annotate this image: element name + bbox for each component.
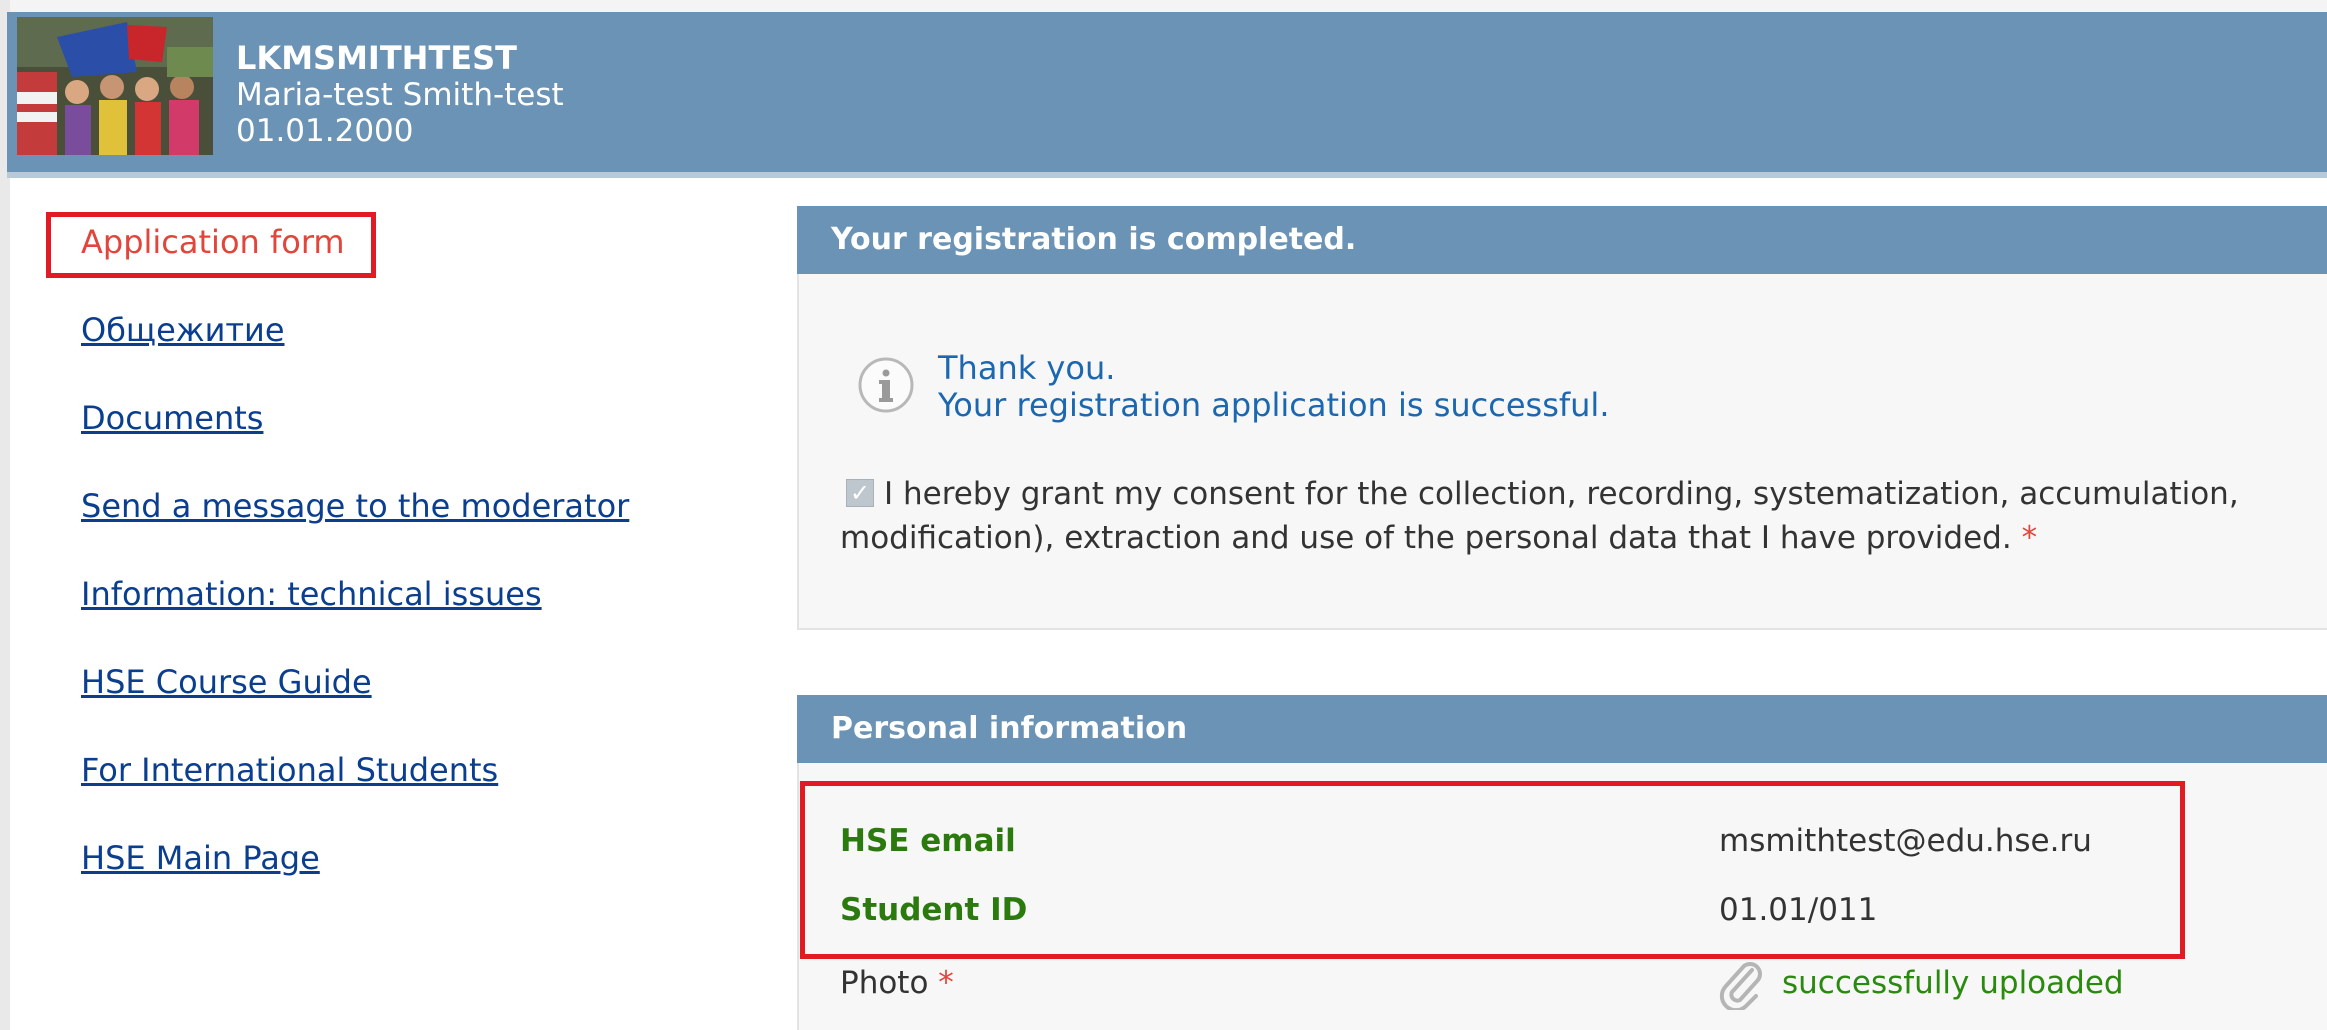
user-login: LKMSMITHTEST	[236, 39, 517, 77]
avatar	[17, 17, 213, 155]
sidebar-item-main-page[interactable]: HSE Main Page	[81, 840, 320, 876]
email-id-highlight	[800, 781, 2185, 959]
registration-panel-title: Your registration is completed.	[797, 206, 2327, 274]
group-photo-avatar-icon	[17, 17, 213, 155]
success-message: Your registration application is success…	[938, 386, 1610, 424]
consent-text-line2: modification), extraction and use of the…	[840, 519, 2037, 557]
photo-label: Photo *	[840, 964, 954, 1002]
consent-text-line2-body: modification), extraction and use of the…	[840, 520, 2012, 556]
sidebar-item-message-moderator[interactable]: Send a message to the moderator	[81, 488, 629, 524]
user-full-name: Maria-test Smith-test	[236, 77, 564, 113]
sidebar-item-technical-issues[interactable]: Information: technical issues	[81, 576, 542, 612]
info-icon	[856, 355, 916, 415]
personal-info-panel-title: Personal information	[797, 695, 2327, 763]
photo-upload-status: successfully uploaded	[1782, 965, 2124, 1001]
active-item-highlight	[46, 212, 376, 278]
top-strip	[0, 0, 2327, 12]
consent-checkbox[interactable]: ✓	[846, 479, 874, 507]
thank-you-text: Thank you.	[938, 349, 1116, 387]
sidebar-item-course-guide[interactable]: HSE Course Guide	[81, 664, 372, 700]
paperclip-icon	[1718, 960, 1766, 1013]
photo-label-text: Photo	[840, 965, 929, 1001]
sidebar-item-dormitory[interactable]: Общежитие	[81, 312, 285, 348]
header-shadow	[7, 172, 2327, 178]
sidebar-item-documents[interactable]: Documents	[81, 400, 263, 436]
registration-panel-body	[797, 274, 2327, 630]
photo-required-mark: *	[938, 965, 954, 1001]
required-mark: *	[2021, 520, 2038, 556]
sidebar-item-international-students[interactable]: For International Students	[81, 752, 498, 788]
user-date-of-birth: 01.01.2000	[236, 113, 414, 149]
consent-text-line1: I hereby grant my consent for the collec…	[884, 476, 2239, 512]
